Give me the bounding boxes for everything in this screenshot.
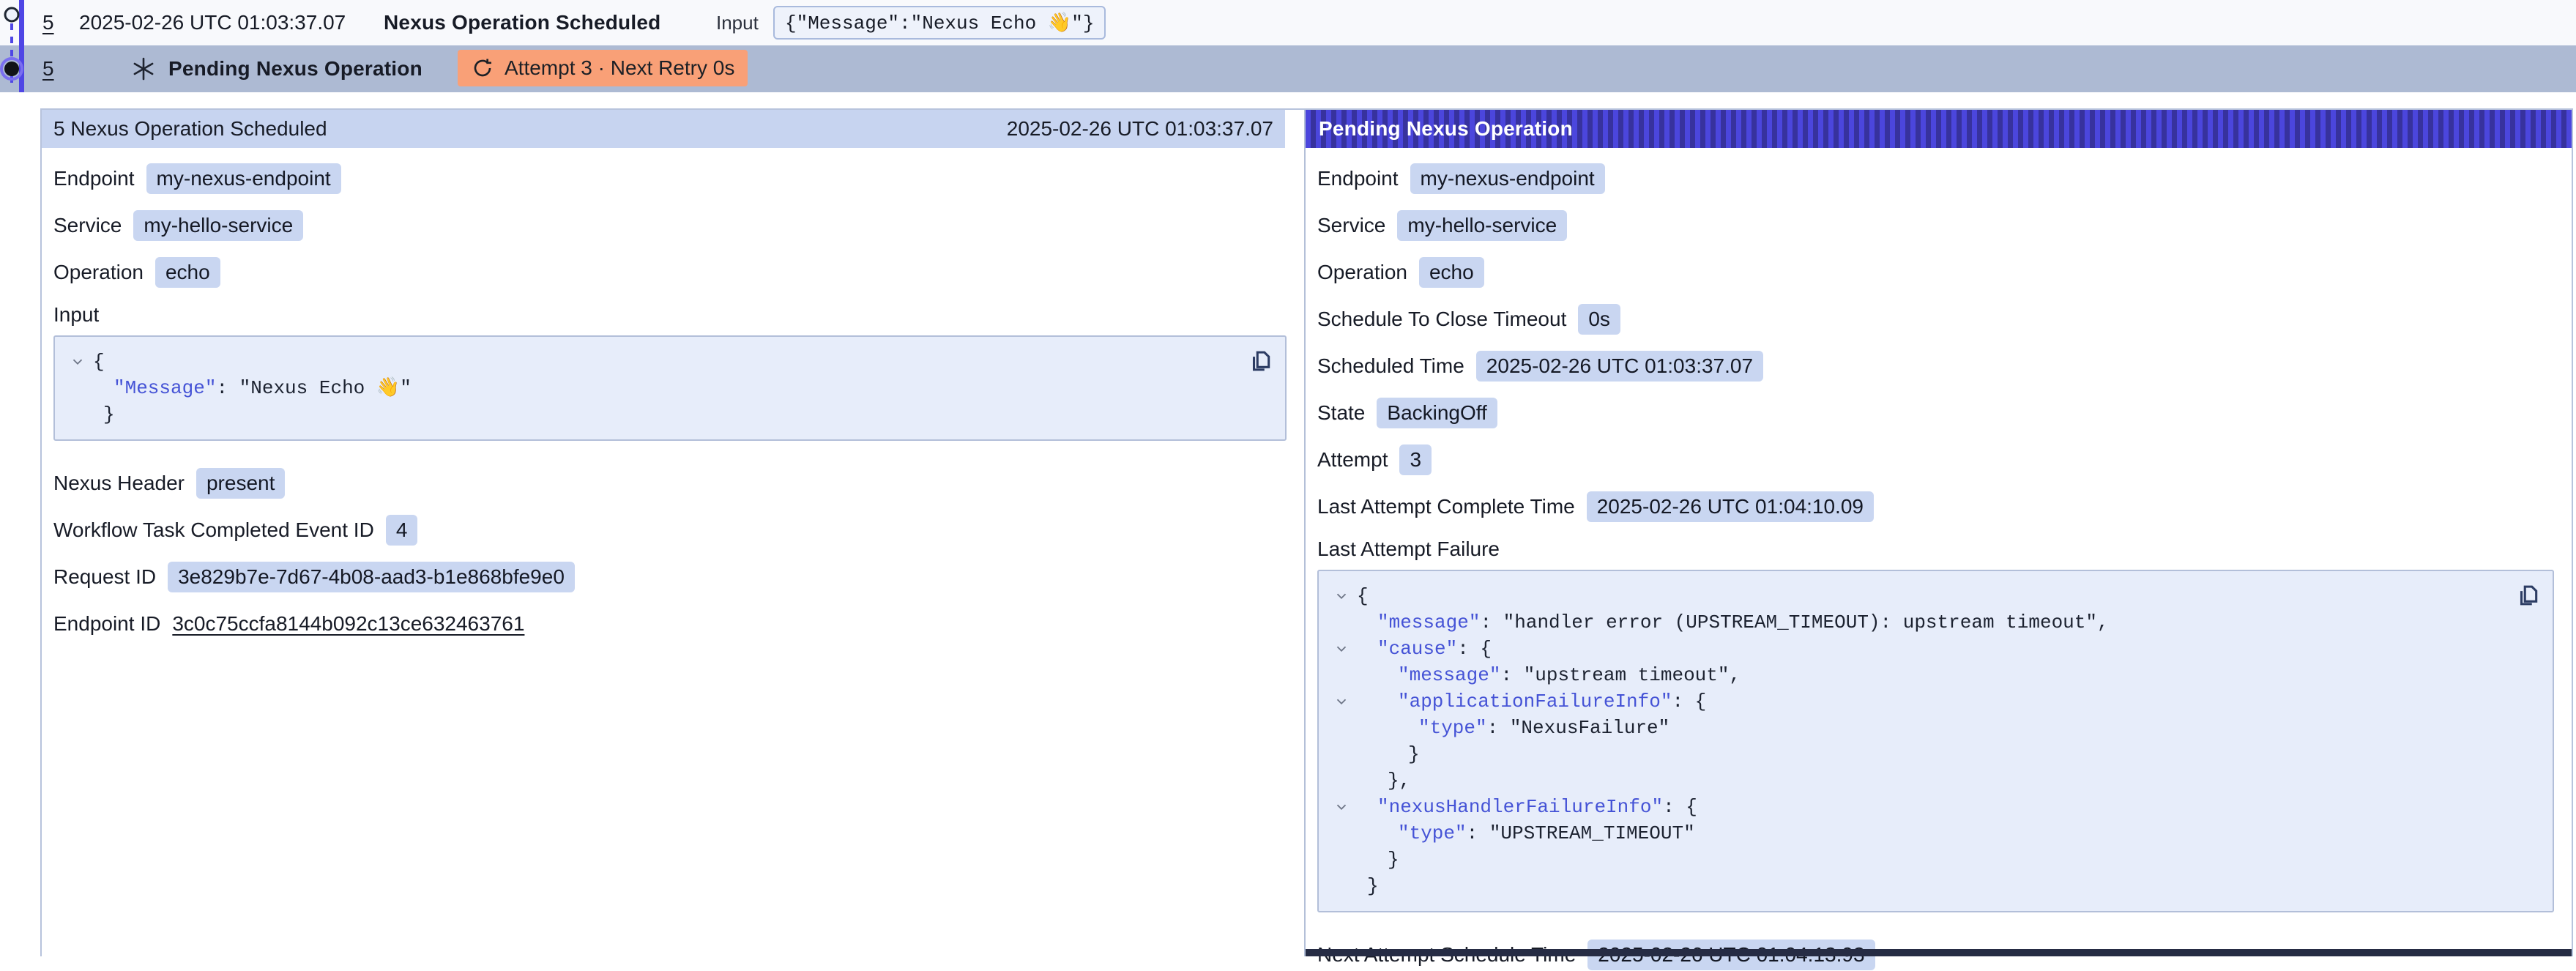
operation-badge: echo [155, 257, 220, 288]
wft-completed-badge: 4 [386, 515, 418, 546]
field-endpoint-id: Endpoint ID 3c0c75ccfa8144b092c13ce63246… [53, 608, 1304, 640]
event-timestamp: 2025-02-26 UTC 01:03:37.07 [79, 11, 346, 34]
timeline-filled-dot-icon [4, 62, 19, 76]
pending-panel-title: Pending Nexus Operation [1319, 117, 1573, 141]
retry-badge-label: Attempt 3 · Next Retry 0s [505, 56, 734, 80]
scheduled-panel-header: 5 Nexus Operation Scheduled 2025-02-26 U… [42, 110, 1285, 148]
retry-attempt-badge: Attempt 3 · Next Retry 0s [458, 50, 748, 86]
json-line: "cause": { [1326, 636, 2509, 662]
scheduled-time-badge: 2025-02-26 UTC 01:03:37.07 [1476, 351, 1763, 382]
scheduled-event-panel: 5 Nexus Operation Scheduled 2025-02-26 U… [42, 110, 1304, 956]
copy-icon[interactable] [1247, 347, 1275, 377]
field-label: Service [53, 214, 122, 237]
endpoint-badge: my-nexus-endpoint [1410, 163, 1605, 194]
endpoint-id-link[interactable]: 3c0c75ccfa8144b092c13ce632463761 [172, 612, 524, 636]
field-service: Service my-hello-service [1317, 209, 2572, 242]
collapse-chevron-icon[interactable] [1326, 583, 1357, 604]
field-operation: Operation echo [53, 256, 1304, 289]
json-line: { [1326, 583, 2509, 609]
field-label: State [1317, 401, 1365, 425]
field-wft-completed-event-id: Workflow Task Completed Event ID 4 [53, 514, 1304, 546]
field-service: Service my-hello-service [53, 209, 1304, 242]
pending-operation-panel: Pending Nexus Operation Endpoint my-nexu… [1304, 110, 2572, 956]
json-line: }, [1326, 767, 2509, 794]
last-attempt-failure-label: Last Attempt Failure [1317, 537, 2572, 561]
field-label: Endpoint ID [53, 612, 160, 636]
operation-badge: echo [1419, 257, 1484, 288]
json-line: "Message": "Nexus Echo 👋" [62, 375, 1241, 401]
pending-asterisk-icon [130, 56, 157, 82]
service-badge: my-hello-service [133, 210, 303, 241]
field-request-id: Request ID 3e829b7e-7d67-4b08-aad3-b1e86… [53, 561, 1304, 593]
scheduled-panel-timestamp: 2025-02-26 UTC 01:03:37.07 [1007, 117, 1273, 141]
field-label: Endpoint [53, 167, 135, 190]
json-line: "message": "handler error (UPSTREAM_TIME… [1326, 609, 2509, 636]
json-line: } [1326, 741, 2509, 767]
field-last-attempt-complete-time: Last Attempt Complete Time 2025-02-26 UT… [1317, 491, 2572, 523]
input-section-label: Input [53, 303, 1304, 327]
field-attempt: Attempt 3 [1317, 444, 2572, 476]
json-line: } [1326, 847, 2509, 873]
field-label: Nexus Header [53, 472, 185, 495]
state-badge: BackingOff [1377, 398, 1497, 428]
field-nexus-header: Nexus Header present [53, 467, 1304, 499]
last-attempt-failure-json-block: { "message": "handler error (UPSTREAM_TI… [1317, 570, 2554, 912]
field-label: Scheduled Time [1317, 354, 1464, 378]
endpoint-badge: my-nexus-endpoint [146, 163, 341, 194]
field-scheduled-time: Scheduled Time 2025-02-26 UTC 01:03:37.0… [1317, 350, 2572, 382]
json-line: "message": "upstream timeout", [1326, 662, 2509, 688]
event-id-link[interactable]: 5 [42, 11, 54, 34]
scheduled-panel-title: 5 Nexus Operation Scheduled [53, 117, 327, 141]
retry-icon [471, 56, 494, 80]
request-id-badge: 3e829b7e-7d67-4b08-aad3-b1e868bfe9e0 [168, 562, 575, 592]
input-label: Input [716, 12, 759, 34]
attempt-badge: 3 [1399, 444, 1432, 475]
json-line: } [62, 401, 1241, 428]
event-id-link[interactable]: 5 [42, 57, 54, 81]
field-operation: Operation echo [1317, 256, 2572, 289]
field-label: Last Attempt Complete Time [1317, 495, 1575, 518]
next-section-edge-strip [1306, 949, 2572, 956]
timeline-track [0, 0, 34, 110]
collapse-chevron-icon[interactable] [1326, 794, 1357, 815]
field-label: Request ID [53, 565, 156, 589]
field-label: Endpoint [1317, 167, 1399, 190]
field-label: Attempt [1317, 448, 1388, 472]
copy-icon[interactable] [2514, 581, 2542, 611]
input-json-block: { "Message": "Nexus Echo 👋" } [53, 335, 1287, 441]
event-name: Nexus Operation Scheduled [384, 11, 660, 34]
field-endpoint: Endpoint my-nexus-endpoint [53, 163, 1304, 195]
field-label: Operation [53, 261, 144, 284]
json-line: "type": "NexusFailure" [1326, 715, 2509, 741]
field-label: Schedule To Close Timeout [1317, 308, 1566, 331]
json-line: { [62, 349, 1241, 375]
field-state: State BackingOff [1317, 397, 2572, 429]
collapse-chevron-icon[interactable] [62, 349, 93, 370]
collapse-chevron-icon[interactable] [1326, 636, 1357, 657]
event-detail-container: 5 Nexus Operation Scheduled 2025-02-26 U… [40, 108, 2573, 956]
collapse-chevron-icon[interactable] [1326, 688, 1357, 710]
json-line: } [1326, 873, 2509, 899]
field-label: Workflow Task Completed Event ID [53, 518, 374, 542]
field-schedule-to-close-timeout: Schedule To Close Timeout 0s [1317, 303, 2572, 335]
last-attempt-complete-badge: 2025-02-26 UTC 01:04:10.09 [1587, 491, 1874, 522]
nexus-header-badge: present [196, 468, 285, 499]
json-line: "applicationFailureInfo": { [1326, 688, 2509, 715]
timeline-open-circle-icon [5, 8, 18, 21]
event-name: Pending Nexus Operation [168, 57, 422, 81]
json-line: "type": "UPSTREAM_TIMEOUT" [1326, 820, 2509, 847]
schedule-to-close-badge: 0s [1578, 304, 1620, 335]
field-label: Operation [1317, 261, 1407, 284]
event-row-pending-nexus-operation[interactable]: 5 Pending Nexus Operation Attempt 3 · Ne… [0, 45, 2576, 92]
field-endpoint: Endpoint my-nexus-endpoint [1317, 163, 2572, 195]
json-line: "nexusHandlerFailureInfo": { [1326, 794, 2509, 820]
pending-panel-header: Pending Nexus Operation [1306, 110, 2572, 148]
field-label: Service [1317, 214, 1385, 237]
service-badge: my-hello-service [1397, 210, 1567, 241]
event-input-chip[interactable]: {"Message":"Nexus Echo 👋"} [773, 6, 1106, 40]
event-row-nexus-operation-scheduled[interactable]: 5 2025-02-26 UTC 01:03:37.07 Nexus Opera… [0, 0, 2576, 45]
